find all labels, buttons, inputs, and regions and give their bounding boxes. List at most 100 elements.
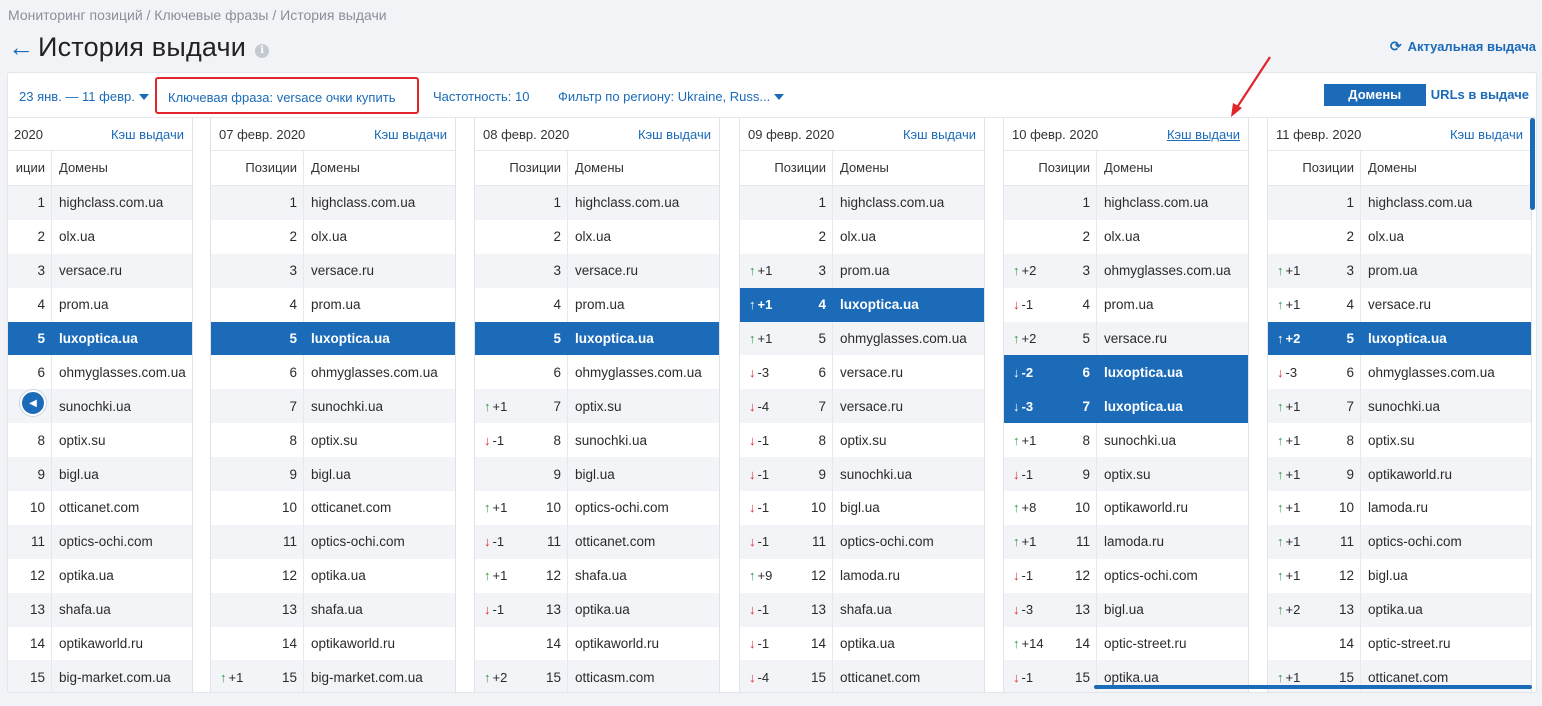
table-row[interactable]: ↑ +2 5 luxoptica.ua xyxy=(1268,321,1531,356)
cache-link[interactable]: Кэш выдачи xyxy=(374,127,447,142)
table-row[interactable]: 8 optix.su xyxy=(211,423,455,458)
table-row[interactable]: ↑ +1 8 optix.su xyxy=(1268,423,1531,458)
table-row[interactable]: 3 versace.ru xyxy=(8,253,192,288)
domain-name[interactable]: otticanet.com xyxy=(568,534,655,549)
table-row[interactable]: 1 highclass.com.ua xyxy=(740,186,984,220)
domain-name[interactable]: bigl.ua xyxy=(52,467,99,482)
table-row[interactable]: ↓ -4 7 versace.ru xyxy=(740,389,984,424)
domain-name[interactable]: sunochki.ua xyxy=(568,433,647,448)
domain-name[interactable]: prom.ua xyxy=(1097,297,1154,312)
table-row[interactable]: 10 otticanet.com xyxy=(211,491,455,525)
table-row[interactable]: 14 optic-street.ru xyxy=(1268,626,1531,661)
domain-name[interactable]: optikaworld.ru xyxy=(52,636,143,651)
table-row[interactable]: ↑ +1 3 prom.ua xyxy=(740,253,984,288)
urls-toggle-button[interactable]: URLs в выдаче xyxy=(1426,84,1534,106)
table-row[interactable]: 13 shafa.ua xyxy=(8,592,192,627)
domain-name[interactable]: optics-ochi.com xyxy=(1361,534,1462,549)
table-row[interactable]: ↓ -1 10 bigl.ua xyxy=(740,491,984,525)
table-row[interactable]: 5 luxoptica.ua xyxy=(211,321,455,356)
table-row[interactable]: 2 olx.ua xyxy=(740,219,984,254)
domain-name[interactable]: sunochki.ua xyxy=(304,399,383,414)
domain-name[interactable]: optika.ua xyxy=(1097,670,1159,685)
scroll-left-button[interactable]: ◀ xyxy=(20,390,46,416)
table-row[interactable]: ↓ -1 11 optics-ochi.com xyxy=(740,524,984,559)
domain-name[interactable]: olx.ua xyxy=(52,229,95,244)
table-row[interactable]: ↑ +1 4 versace.ru xyxy=(1268,287,1531,322)
table-row[interactable]: ↑ +1 10 lamoda.ru xyxy=(1268,491,1531,525)
table-row[interactable]: 2 olx.ua xyxy=(475,219,719,254)
domain-name[interactable]: prom.ua xyxy=(52,297,109,312)
table-row[interactable]: ↑ +8 10 optikaworld.ru xyxy=(1004,491,1248,525)
cache-link[interactable]: Кэш выдачи xyxy=(111,127,184,142)
table-row[interactable]: 6 ohmyglasses.com.ua xyxy=(475,355,719,390)
table-row[interactable]: 1 highclass.com.ua xyxy=(475,186,719,220)
table-row[interactable]: 10 otticanet.com xyxy=(8,491,192,525)
domain-name[interactable]: olx.ua xyxy=(833,229,876,244)
domain-name[interactable]: shafa.ua xyxy=(568,568,627,583)
domain-name[interactable]: otticanet.com xyxy=(304,500,391,515)
table-row[interactable]: 14 optikaworld.ru xyxy=(8,626,192,661)
table-row[interactable]: ↑ +9 12 lamoda.ru xyxy=(740,558,984,593)
domain-name[interactable]: sunochki.ua xyxy=(833,467,912,482)
breadcrumb[interactable]: Мониторинг позиций / Ключевые фразы / Ис… xyxy=(8,7,387,23)
table-row[interactable]: 4 prom.ua xyxy=(8,287,192,322)
domain-name[interactable]: optikaworld.ru xyxy=(304,636,395,651)
domain-name[interactable]: highclass.com.ua xyxy=(52,195,163,210)
table-row[interactable]: 2 olx.ua xyxy=(211,219,455,254)
cache-link[interactable]: Кэш выдачи xyxy=(1450,127,1523,142)
table-row[interactable]: ↑ +2 15 otticasm.com xyxy=(475,660,719,692)
date-range-dropdown[interactable]: 23 янв. — 11 февр. xyxy=(19,89,149,104)
table-row[interactable]: ↓ -3 6 ohmyglasses.com.ua xyxy=(1268,355,1531,390)
domain-name[interactable]: luxoptica.ua xyxy=(568,331,654,346)
domain-name[interactable]: bigl.ua xyxy=(568,467,615,482)
domain-name[interactable]: bigl.ua xyxy=(833,500,880,515)
table-row[interactable]: ↑ +1 4 luxoptica.ua xyxy=(740,287,984,322)
table-row[interactable]: ↑ +1 10 optics-ochi.com xyxy=(475,491,719,525)
table-row[interactable]: 11 optics-ochi.com xyxy=(211,524,455,559)
keyword-filter[interactable]: Ключевая фраза: versace очки купить xyxy=(168,90,395,105)
table-row[interactable]: ↓ -1 9 optix.su xyxy=(1004,457,1248,492)
table-row[interactable]: ↑ +1 11 lamoda.ru xyxy=(1004,524,1248,559)
domain-name[interactable]: highclass.com.ua xyxy=(1361,195,1472,210)
domain-name[interactable]: olx.ua xyxy=(1361,229,1404,244)
domain-name[interactable]: ohmyglasses.com.ua xyxy=(568,365,702,380)
table-row[interactable]: ↓ -1 9 sunochki.ua xyxy=(740,457,984,492)
domain-name[interactable]: bigl.ua xyxy=(1097,602,1144,617)
table-row[interactable]: ↑ +2 5 versace.ru xyxy=(1004,321,1248,356)
domain-name[interactable]: bigl.ua xyxy=(304,467,351,482)
domain-name[interactable]: bigl.ua xyxy=(1361,568,1408,583)
domain-name[interactable]: optix.su xyxy=(1361,433,1415,448)
domain-name[interactable]: versace.ru xyxy=(833,399,903,414)
table-row[interactable]: ↑ +1 15 big-market.com.ua xyxy=(211,660,455,692)
table-row[interactable]: 1 highclass.com.ua xyxy=(211,186,455,220)
domain-name[interactable]: ohmyglasses.com.ua xyxy=(833,331,967,346)
table-row[interactable]: 3 versace.ru xyxy=(475,253,719,288)
info-icon[interactable]: i xyxy=(255,44,270,58)
domain-name[interactable]: optika.ua xyxy=(304,568,366,583)
table-row[interactable]: 4 prom.ua xyxy=(475,287,719,322)
table-row[interactable]: 9 bigl.ua xyxy=(211,457,455,492)
domain-name[interactable]: otticasm.com xyxy=(568,670,655,685)
domain-name[interactable]: optikaworld.ru xyxy=(1361,467,1452,482)
domain-name[interactable]: luxoptica.ua xyxy=(1097,365,1183,380)
domain-name[interactable]: olx.ua xyxy=(304,229,347,244)
table-row[interactable]: 4 prom.ua xyxy=(211,287,455,322)
domain-name[interactable]: optics-ochi.com xyxy=(833,534,934,549)
domain-name[interactable]: prom.ua xyxy=(1361,263,1418,278)
domain-name[interactable]: lamoda.ru xyxy=(833,568,900,583)
region-filter-dropdown[interactable]: Фильтр по региону: Ukraine, Russ... xyxy=(558,89,785,104)
table-row[interactable]: 2 olx.ua xyxy=(8,219,192,254)
back-arrow-icon[interactable]: ← xyxy=(8,33,36,61)
domain-name[interactable]: optic-street.ru xyxy=(1361,636,1451,651)
domain-name[interactable]: optika.ua xyxy=(568,602,630,617)
domain-name[interactable]: optikaworld.ru xyxy=(1097,500,1188,515)
table-row[interactable]: 6 ohmyglasses.com.ua xyxy=(211,355,455,390)
table-row[interactable]: 15 big-market.com.ua xyxy=(8,660,192,692)
table-row[interactable]: ↑ +1 12 bigl.ua xyxy=(1268,558,1531,593)
table-row[interactable]: 6 ohmyglasses.com.ua xyxy=(8,355,192,390)
domain-name[interactable]: sunochki.ua xyxy=(1361,399,1440,414)
domain-name[interactable]: sunochki.ua xyxy=(52,399,131,414)
table-row[interactable]: ↑ +14 14 optic-street.ru xyxy=(1004,626,1248,661)
domain-name[interactable]: big-market.com.ua xyxy=(52,670,171,685)
domains-toggle-button[interactable]: Домены xyxy=(1323,84,1426,106)
